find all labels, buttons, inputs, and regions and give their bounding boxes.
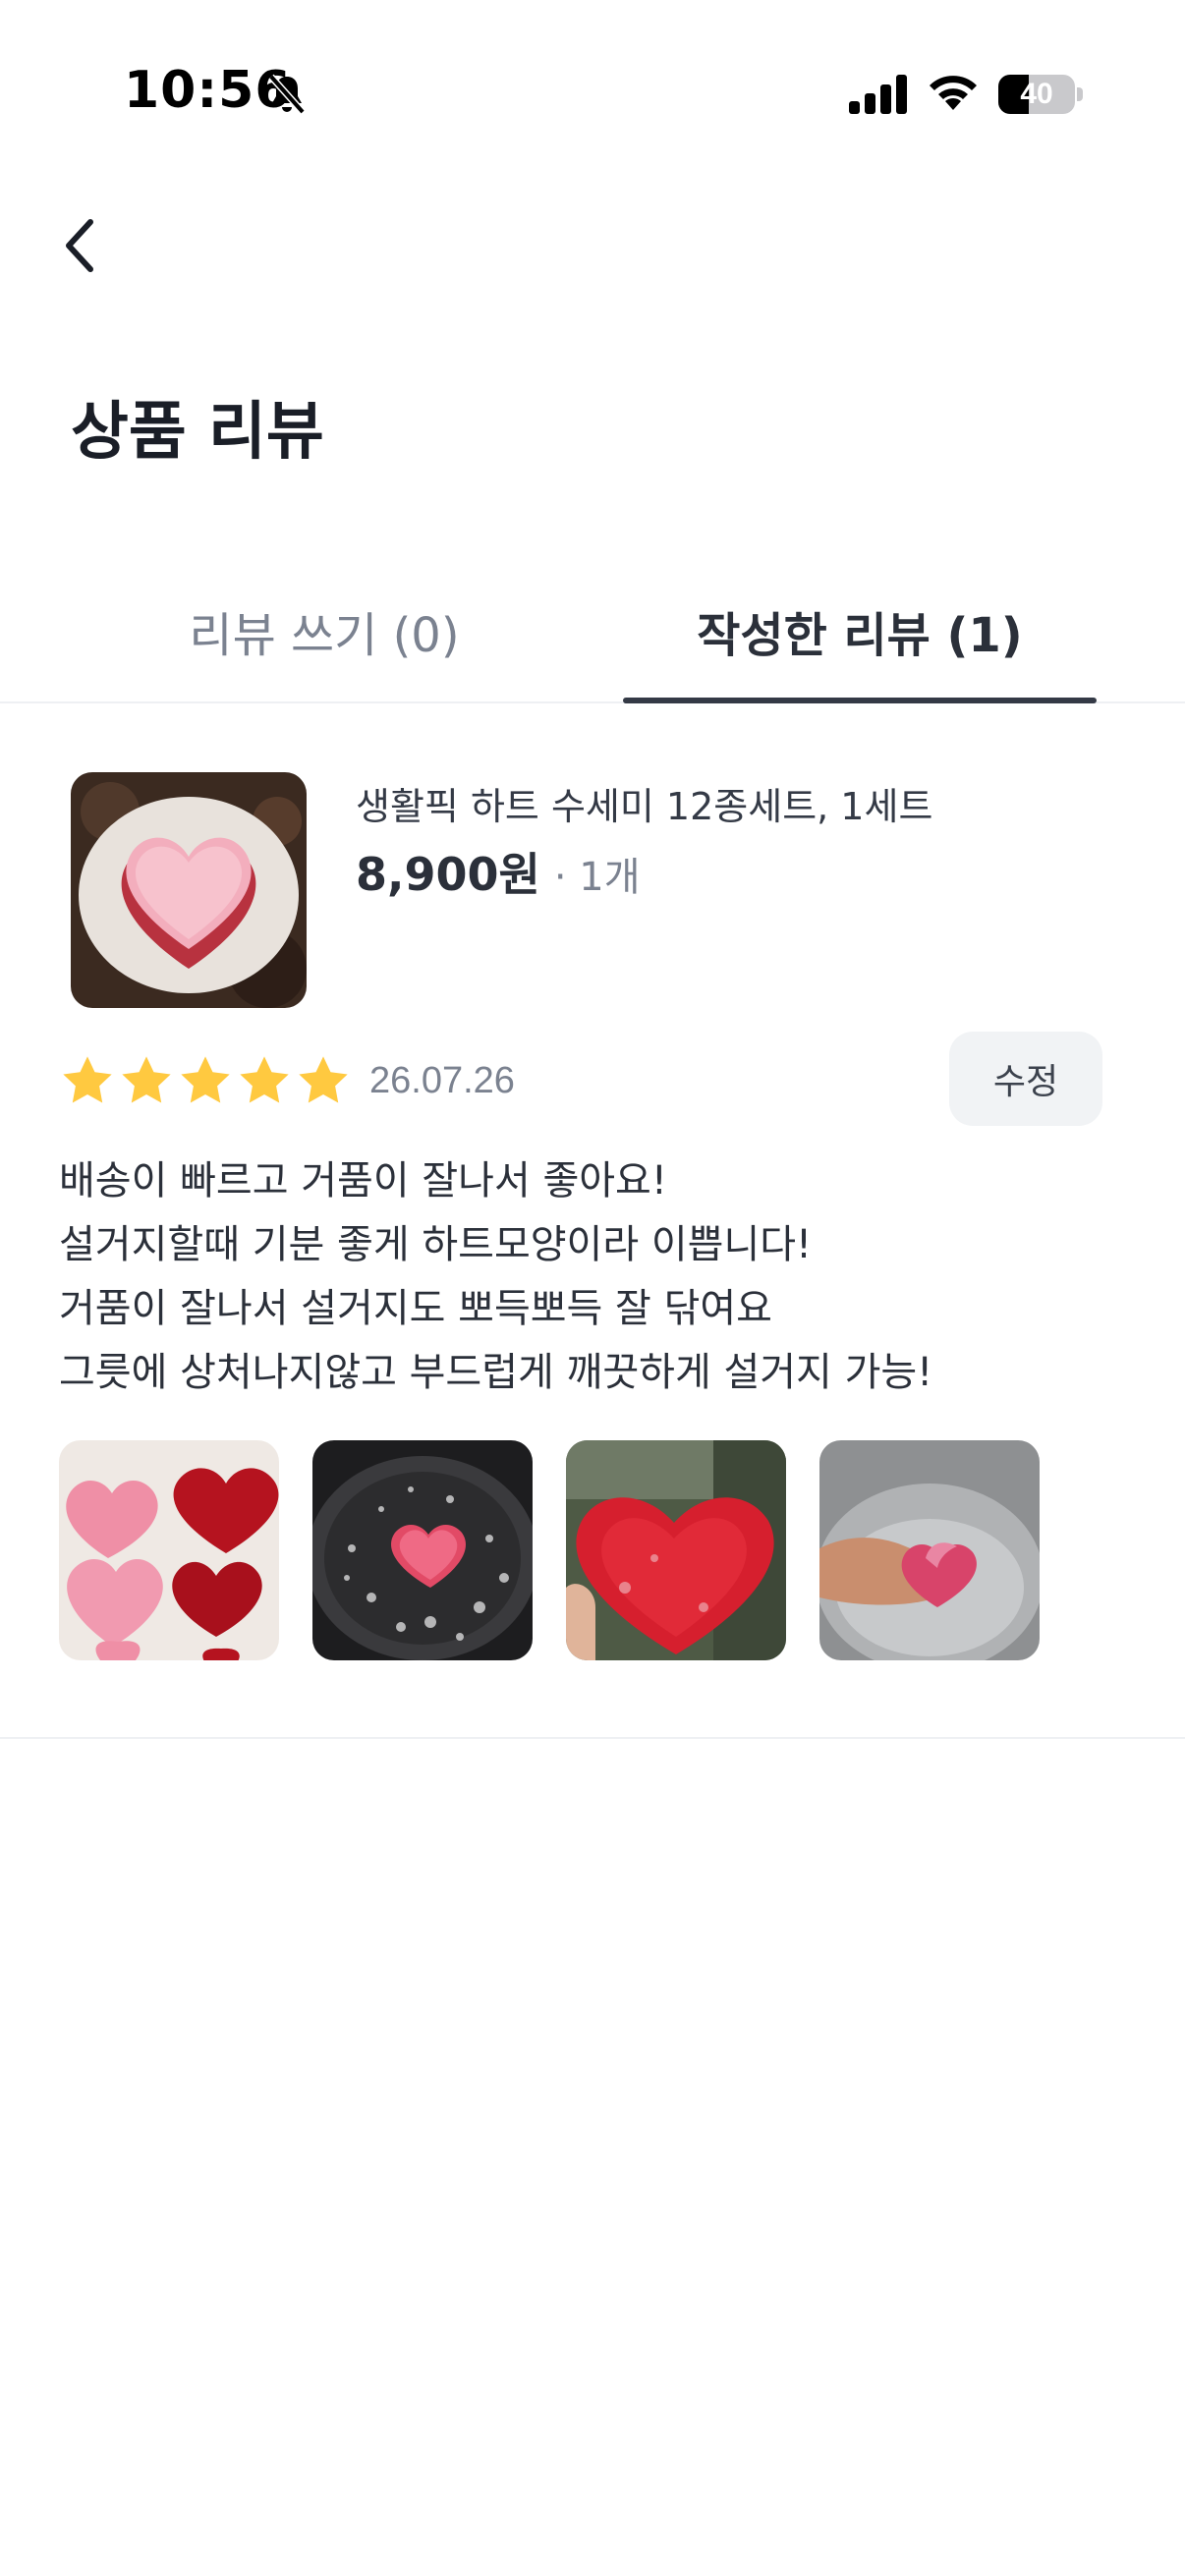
review-text-line: 설거지할때 기분 좋게 하트모양이라 이쁩니다! [59, 1222, 813, 1267]
rating-row: 26.07.26 [59, 1047, 515, 1114]
back-button[interactable] [51, 206, 110, 285]
battery-level: 40 [1020, 78, 1053, 110]
bell-off-icon [268, 74, 306, 115]
tab-written-reviews[interactable]: 작성한 리뷰 (1) [623, 560, 1097, 701]
page-title: 상품 리뷰 [71, 396, 324, 469]
review-photo[interactable] [566, 1440, 786, 1660]
review-photo[interactable] [312, 1440, 533, 1660]
signal-icon [849, 75, 907, 114]
product-name[interactable]: 생활픽 하트 수세미 12종세트, 1세트 [356, 776, 932, 830]
section-divider [0, 1737, 1185, 1739]
star-icon [63, 1056, 112, 1103]
product-thumbnail[interactable] [71, 772, 307, 1008]
edit-button[interactable]: 수정 [949, 1032, 1102, 1126]
review-photo[interactable] [59, 1440, 279, 1660]
product-price-row: 8,900원 · 1개 [356, 839, 641, 904]
star-icon [240, 1056, 289, 1103]
star-icon [299, 1056, 348, 1103]
review-photos [59, 1440, 1073, 1660]
product-price: 8,900원 [356, 848, 540, 901]
star-icon [181, 1056, 230, 1103]
status-time: 10:56 [124, 61, 292, 120]
chevron-left-icon [66, 219, 93, 272]
review-text-line: 배송이 빠르고 거품이 잘나서 좋아요! [59, 1158, 667, 1204]
active-tab-indicator [623, 698, 1097, 703]
review-text-line: 거품이 잘나서 설거지도 뽀득뽀득 잘 닦여요 [59, 1286, 772, 1331]
star-rating [59, 1052, 354, 1109]
product-quantity: · 1개 [553, 855, 641, 900]
review-photo[interactable] [819, 1440, 1040, 1660]
review-text-line: 그릇에 상처나지않고 부드럽게 깨끗하게 설거지 가능! [59, 1350, 933, 1395]
battery-icon: 40 [998, 75, 1083, 114]
review-date: 26.07.26 [369, 1059, 515, 1101]
tab-bar: 리뷰 쓰기 (0) 작성한 리뷰 (1) [0, 560, 1185, 703]
star-icon [122, 1056, 171, 1103]
review-text: 배송이 빠르고 거품이 잘나서 좋아요! 설거지할때 기분 좋게 하트모양이라 … [59, 1149, 1120, 1405]
status-bar: 10:56 40 [0, 0, 1185, 187]
wifi-icon [930, 76, 977, 110]
tab-write-review[interactable]: 리뷰 쓰기 (0) [98, 560, 550, 701]
